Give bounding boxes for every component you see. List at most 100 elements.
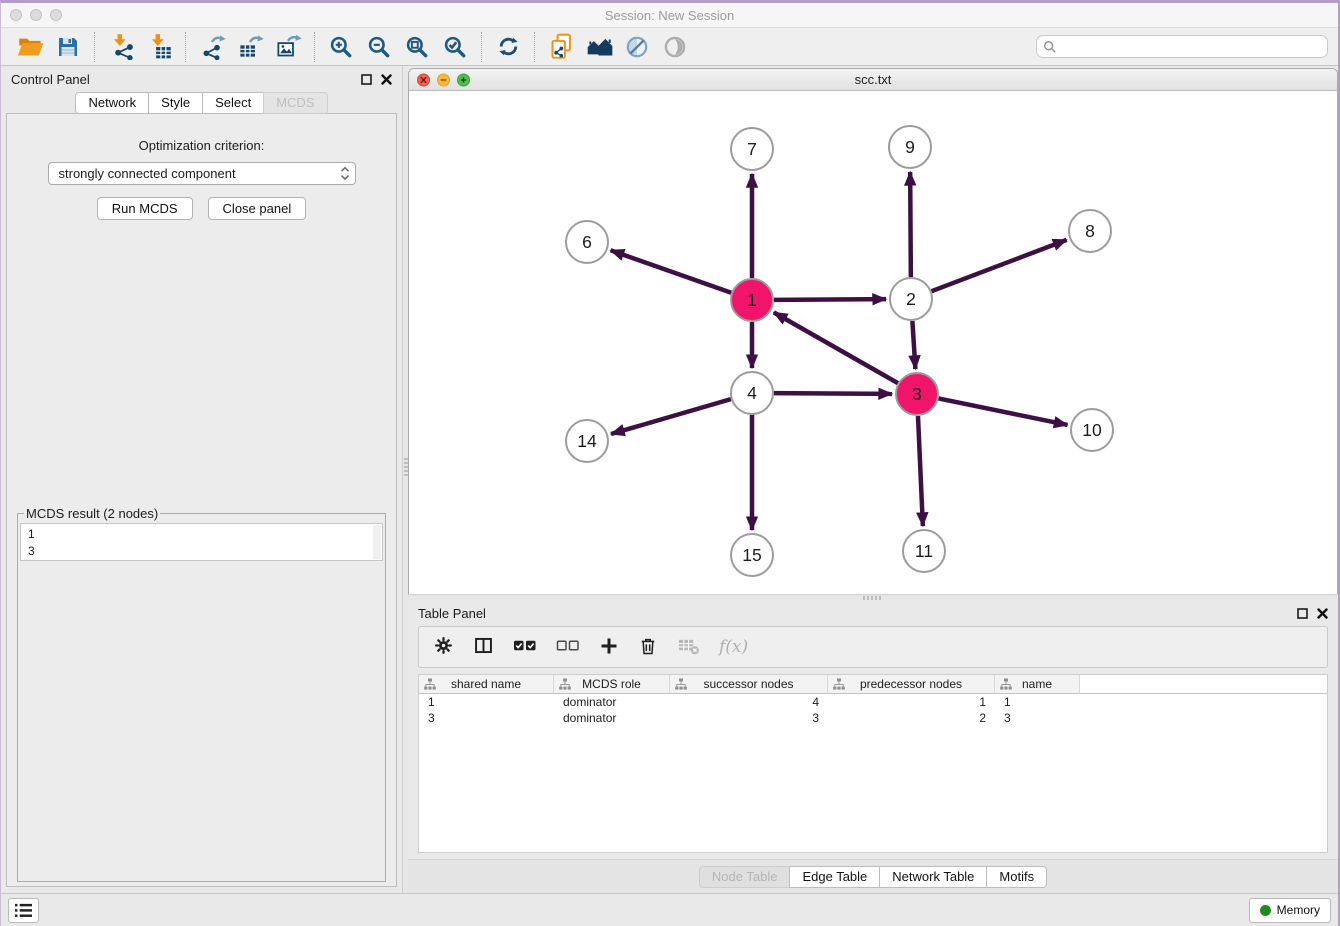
mcds-result-group: MCDS result (2 nodes) 1 3 bbox=[17, 506, 386, 882]
save-session-icon[interactable] bbox=[52, 31, 84, 63]
unselect-all-icon[interactable] bbox=[556, 638, 580, 656]
network-window-titlebar[interactable]: scc.txt bbox=[409, 69, 1337, 91]
graph-node-3[interactable]: 3 bbox=[896, 373, 938, 415]
hide-graphics-details-icon[interactable] bbox=[621, 31, 653, 63]
mcds-result-text[interactable]: 1 3 bbox=[20, 523, 383, 561]
float-panel-icon[interactable] bbox=[361, 74, 372, 85]
optimization-criterion-select[interactable]: strongly connected component bbox=[48, 162, 356, 185]
inactive-eye-icon[interactable] bbox=[659, 31, 691, 63]
tab-node-table[interactable]: Node Table bbox=[699, 866, 791, 888]
column-header-shared-name[interactable]: shared name bbox=[419, 675, 554, 694]
show-columns-icon[interactable] bbox=[473, 635, 494, 659]
table-cell[interactable]: 3 bbox=[670, 711, 828, 725]
import-table-icon[interactable] bbox=[143, 31, 175, 63]
tab-style[interactable]: Style bbox=[148, 92, 203, 114]
export-image-icon[interactable] bbox=[272, 31, 304, 63]
memory-button[interactable]: Memory bbox=[1249, 898, 1331, 923]
network-maximize-icon[interactable] bbox=[457, 73, 470, 86]
memory-status-icon bbox=[1260, 905, 1271, 916]
graph-node-10[interactable]: 10 bbox=[1071, 409, 1113, 451]
export-network-icon[interactable] bbox=[196, 31, 228, 63]
tab-network[interactable]: Network bbox=[75, 92, 149, 114]
horizontal-splitter[interactable] bbox=[408, 594, 1338, 600]
create-column-icon[interactable] bbox=[599, 636, 619, 659]
close-table-panel-icon[interactable] bbox=[1317, 608, 1328, 619]
graph-node-2[interactable]: 2 bbox=[890, 278, 932, 320]
close-panel-button[interactable]: Close panel bbox=[208, 197, 307, 220]
graph-node-6[interactable]: 6 bbox=[566, 221, 608, 263]
column-header-successor-nodes[interactable]: successor nodes bbox=[670, 675, 828, 694]
task-history-button[interactable] bbox=[8, 898, 39, 923]
table-cell[interactable]: dominator bbox=[554, 695, 670, 709]
svg-text:14: 14 bbox=[577, 431, 597, 451]
open-session-icon[interactable] bbox=[14, 31, 46, 63]
table-cell[interactable]: 3 bbox=[419, 711, 554, 725]
task-list-icon bbox=[13, 902, 34, 919]
graph-node-11[interactable]: 11 bbox=[903, 530, 945, 572]
table-row[interactable]: 1dominator411 bbox=[419, 694, 1327, 710]
home-icon[interactable] bbox=[583, 31, 615, 63]
graph-edge-1-2[interactable] bbox=[774, 299, 886, 300]
delete-rows-icon[interactable] bbox=[638, 636, 658, 659]
window-controls bbox=[10, 9, 62, 21]
table-cell[interactable]: 1 bbox=[828, 695, 995, 709]
zoom-out-icon[interactable] bbox=[363, 31, 395, 63]
tab-network-table[interactable]: Network Table bbox=[879, 866, 987, 888]
tab-edge-table[interactable]: Edge Table bbox=[789, 866, 880, 888]
run-mcds-button[interactable]: Run MCDS bbox=[97, 197, 193, 220]
table-cell[interactable]: 2 bbox=[828, 711, 995, 725]
graph-node-15[interactable]: 15 bbox=[731, 534, 773, 576]
graph-edge-2-9[interactable] bbox=[910, 172, 911, 277]
column-header-predecessor-nodes[interactable]: predecessor nodes bbox=[828, 675, 995, 694]
graph-edge-3-10[interactable] bbox=[939, 398, 1068, 425]
export-table-icon[interactable] bbox=[234, 31, 266, 63]
clone-network-icon[interactable] bbox=[545, 31, 577, 63]
table-cell[interactable]: 3 bbox=[995, 711, 1080, 725]
tab-mcds[interactable]: MCDS bbox=[263, 92, 327, 114]
network-minimize-icon[interactable] bbox=[437, 73, 450, 86]
zoom-in-icon[interactable] bbox=[325, 31, 357, 63]
graph-node-14[interactable]: 14 bbox=[566, 420, 608, 462]
graph-edge-2-3[interactable] bbox=[912, 321, 915, 369]
fit-content-icon[interactable] bbox=[401, 31, 433, 63]
minimize-window-button[interactable] bbox=[30, 9, 42, 21]
float-table-panel-icon[interactable] bbox=[1297, 608, 1308, 619]
column-header-MCDS-role[interactable]: MCDS role bbox=[554, 675, 670, 694]
graph-edge-3-11[interactable] bbox=[918, 416, 923, 526]
close-panel-icon[interactable] bbox=[381, 74, 392, 85]
apply-layout-icon[interactable] bbox=[492, 31, 524, 63]
select-all-icon[interactable] bbox=[513, 638, 537, 656]
tab-select[interactable]: Select bbox=[202, 92, 264, 114]
graph-node-1[interactable]: 1 bbox=[731, 279, 773, 321]
graph-edge-1-6[interactable] bbox=[611, 250, 732, 292]
search-input[interactable] bbox=[1061, 37, 1321, 56]
network-canvas[interactable]: 7 9 6 8 1 2 4 3 14 10 15 11 bbox=[409, 91, 1337, 594]
graph-edge-3-1[interactable] bbox=[774, 312, 898, 383]
column-header-name[interactable]: name bbox=[995, 675, 1080, 694]
zoom-window-button[interactable] bbox=[50, 9, 62, 21]
zoom-selected-icon[interactable] bbox=[439, 31, 471, 63]
graph-node-9[interactable]: 9 bbox=[889, 126, 931, 168]
graph-edge-4-3[interactable] bbox=[774, 393, 892, 394]
search-box[interactable] bbox=[1036, 35, 1328, 58]
network-graph[interactable]: 7 9 6 8 1 2 4 3 14 10 15 11 bbox=[409, 91, 1337, 593]
table-cell[interactable]: 1 bbox=[995, 695, 1080, 709]
result-scrollbar[interactable] bbox=[373, 525, 381, 559]
table-cell[interactable]: dominator bbox=[554, 711, 670, 725]
table-row[interactable]: 3dominator323 bbox=[419, 710, 1327, 726]
vertical-splitter[interactable] bbox=[402, 66, 408, 893]
search-icon bbox=[1043, 40, 1057, 54]
tab-motifs[interactable]: Motifs bbox=[986, 866, 1047, 888]
graph-node-8[interactable]: 8 bbox=[1069, 210, 1111, 252]
table-settings-icon[interactable] bbox=[433, 635, 454, 659]
import-network-icon[interactable] bbox=[105, 31, 137, 63]
table-cell[interactable]: 4 bbox=[670, 695, 828, 709]
graph-edge-2-8[interactable] bbox=[932, 240, 1067, 291]
graph-node-7[interactable]: 7 bbox=[731, 128, 773, 170]
graph-node-4[interactable]: 4 bbox=[731, 372, 773, 414]
svg-text:3: 3 bbox=[912, 384, 922, 404]
graph-edge-4-14[interactable] bbox=[611, 399, 731, 434]
table-cell[interactable]: 1 bbox=[419, 695, 554, 709]
close-window-button[interactable] bbox=[10, 9, 22, 21]
network-close-icon[interactable] bbox=[417, 73, 430, 86]
